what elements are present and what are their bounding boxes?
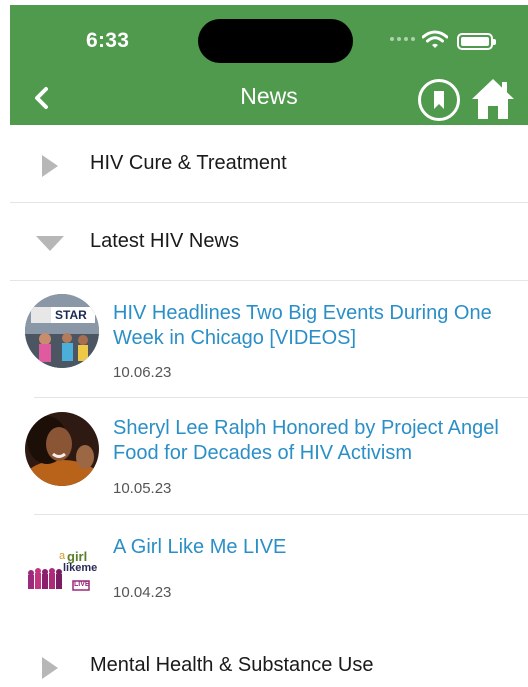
thumbnail-sign-text: STAR xyxy=(55,308,87,322)
app-header: 6:33 News xyxy=(10,5,528,125)
expand-arrow-icon xyxy=(42,657,58,679)
dynamic-island xyxy=(198,19,353,63)
news-item[interactable]: a girl likeme LIVE A Girl Like Me LIVE 1… xyxy=(10,515,528,627)
app-screen: 6:33 News HIV Cure & Treatment Latest HI… xyxy=(10,5,528,687)
news-item[interactable]: Sheryl Lee Ralph Honored by Project Ange… xyxy=(10,398,528,515)
section-label: Mental Health & Substance Use xyxy=(90,654,374,676)
collapse-arrow-icon xyxy=(36,236,64,251)
section-label: Latest HIV News xyxy=(90,230,239,252)
thumbnail-logo-live: LIVE xyxy=(74,581,90,588)
news-headline-link[interactable]: A Girl Like Me LIVE xyxy=(113,535,518,560)
news-date: 10.05.23 xyxy=(113,480,172,497)
section-latest-hiv-news[interactable]: Latest HIV News xyxy=(10,203,528,281)
news-headline-link[interactable]: Sheryl Lee Ralph Honored by Project Ange… xyxy=(113,416,518,466)
news-headline-link[interactable]: HIV Headlines Two Big Events During One … xyxy=(113,301,518,351)
expand-arrow-icon xyxy=(42,155,58,177)
section-label: HIV Cure & Treatment xyxy=(90,152,287,174)
thumbnail-logo-likeme: likeme xyxy=(63,562,98,574)
home-button[interactable] xyxy=(470,75,516,121)
section-mental-health-substance-use[interactable]: Mental Health & Substance Use xyxy=(10,627,528,687)
cellular-signal-icon xyxy=(390,37,415,41)
news-list: HIV Cure & Treatment Latest HIV News STA… xyxy=(10,125,528,687)
thumbnail-logo-a: a xyxy=(59,550,66,562)
news-thumbnail: STAR xyxy=(25,294,99,368)
news-date: 10.06.23 xyxy=(113,364,172,381)
bookmark-icon xyxy=(434,91,444,109)
news-thumbnail: a girl likeme LIVE xyxy=(25,527,99,601)
battery-icon xyxy=(457,33,496,50)
status-time: 6:33 xyxy=(86,29,130,52)
news-thumbnail xyxy=(25,412,99,486)
section-hiv-cure-treatment[interactable]: HIV Cure & Treatment xyxy=(10,125,528,203)
news-date: 10.04.23 xyxy=(113,584,172,601)
wifi-icon xyxy=(422,30,448,48)
bookmark-button[interactable] xyxy=(418,79,460,121)
news-item[interactable]: STAR HIV Headlines Two Big Events During… xyxy=(10,281,528,398)
